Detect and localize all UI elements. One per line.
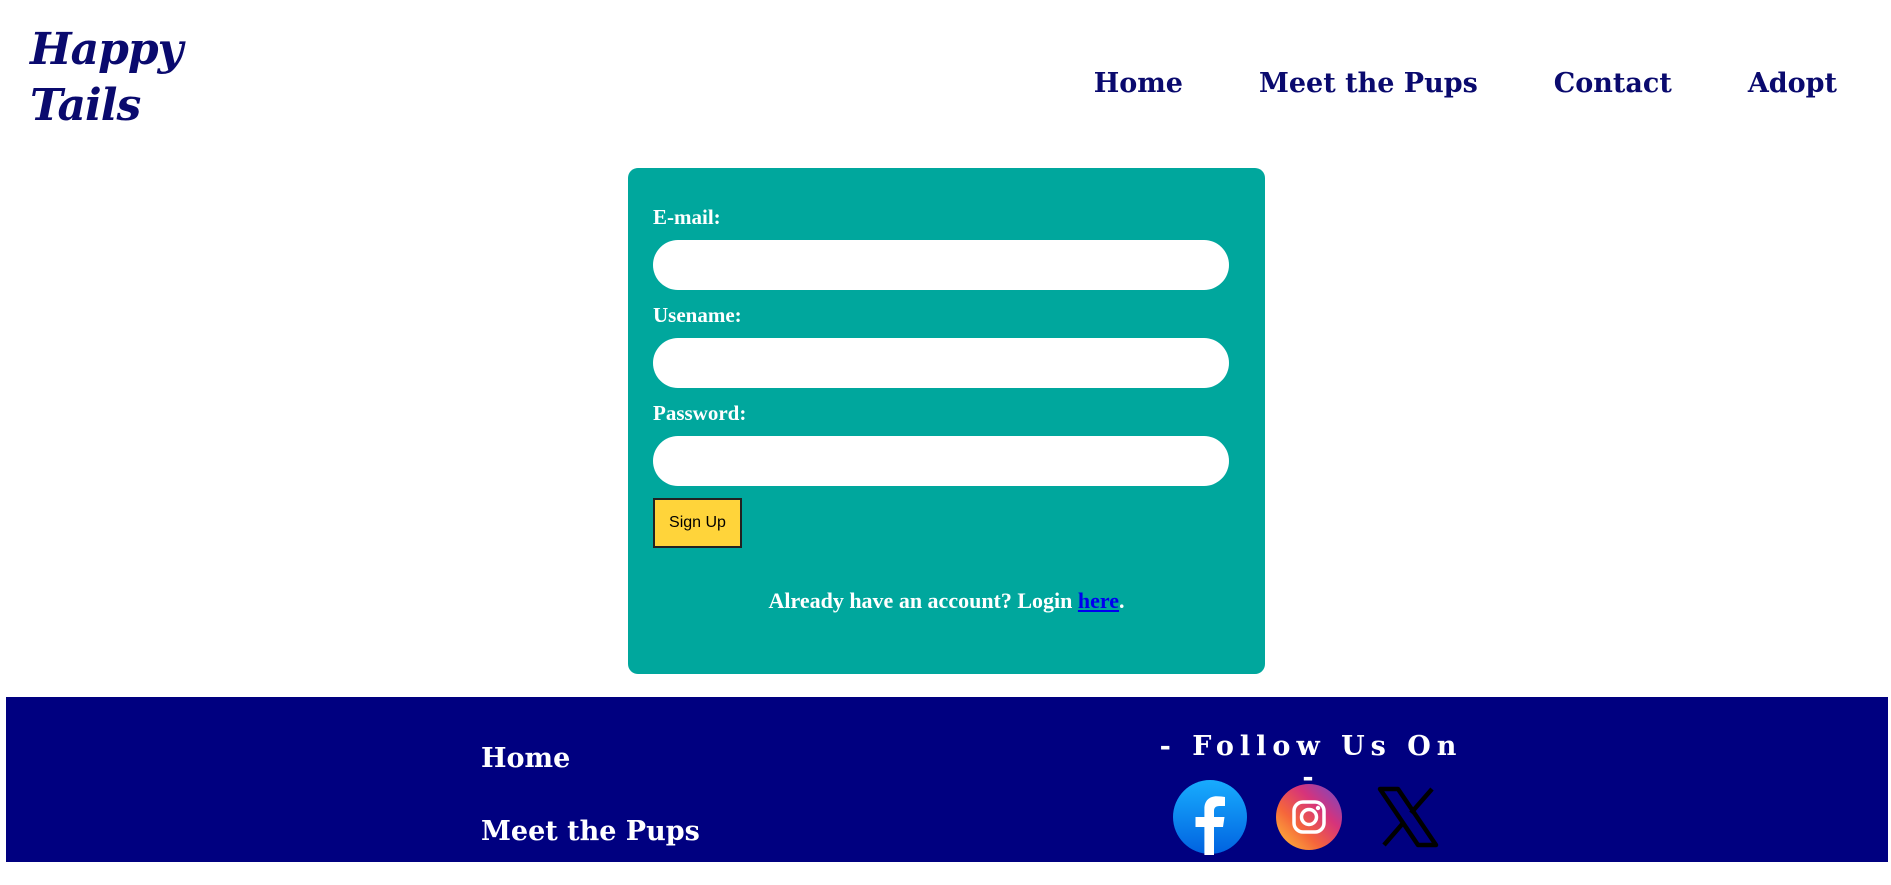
nav-adopt-link[interactable]: Adopt xyxy=(1748,68,1837,99)
login-prompt-text: Already have an account? Login xyxy=(768,588,1078,613)
nav-meet-the-pups-link[interactable]: Meet the Pups xyxy=(1259,68,1478,99)
login-here-link[interactable]: here xyxy=(1078,588,1119,613)
logo-line-2: Tails xyxy=(30,80,141,131)
email-label: E-mail: xyxy=(653,205,721,229)
login-prompt: Already have an account? Login here. xyxy=(628,588,1265,614)
password-label: Password: xyxy=(653,401,747,425)
footer-home-link[interactable]: Home xyxy=(481,739,700,812)
footer-meet-the-pups-link[interactable]: Meet the Pups xyxy=(481,812,700,885)
signup-card: E-mail: Usename: Password: Sign Up Alrea… xyxy=(628,168,1265,674)
logo[interactable]: Happy Tails xyxy=(30,22,183,134)
nav-contact-link[interactable]: Contact xyxy=(1554,68,1672,99)
footer: Home Meet the Pups - Follow Us On - xyxy=(6,697,1888,862)
top-nav: Home Meet the Pups Contact Adopt xyxy=(1094,68,1837,99)
instagram-icon[interactable] xyxy=(1271,779,1347,855)
social-links xyxy=(1172,779,1446,855)
username-field[interactable] xyxy=(653,338,1229,388)
login-prompt-end: . xyxy=(1119,588,1125,613)
footer-nav: Home Meet the Pups xyxy=(481,739,700,885)
password-field[interactable] xyxy=(653,436,1229,486)
username-label: Usename: xyxy=(653,303,742,327)
facebook-icon[interactable] xyxy=(1172,779,1248,855)
nav-home-link[interactable]: Home xyxy=(1094,68,1183,99)
email-field[interactable] xyxy=(653,240,1229,290)
sign-up-button[interactable]: Sign Up xyxy=(653,498,742,548)
logo-line-1: Happy xyxy=(30,24,183,75)
x-icon[interactable] xyxy=(1370,779,1446,855)
